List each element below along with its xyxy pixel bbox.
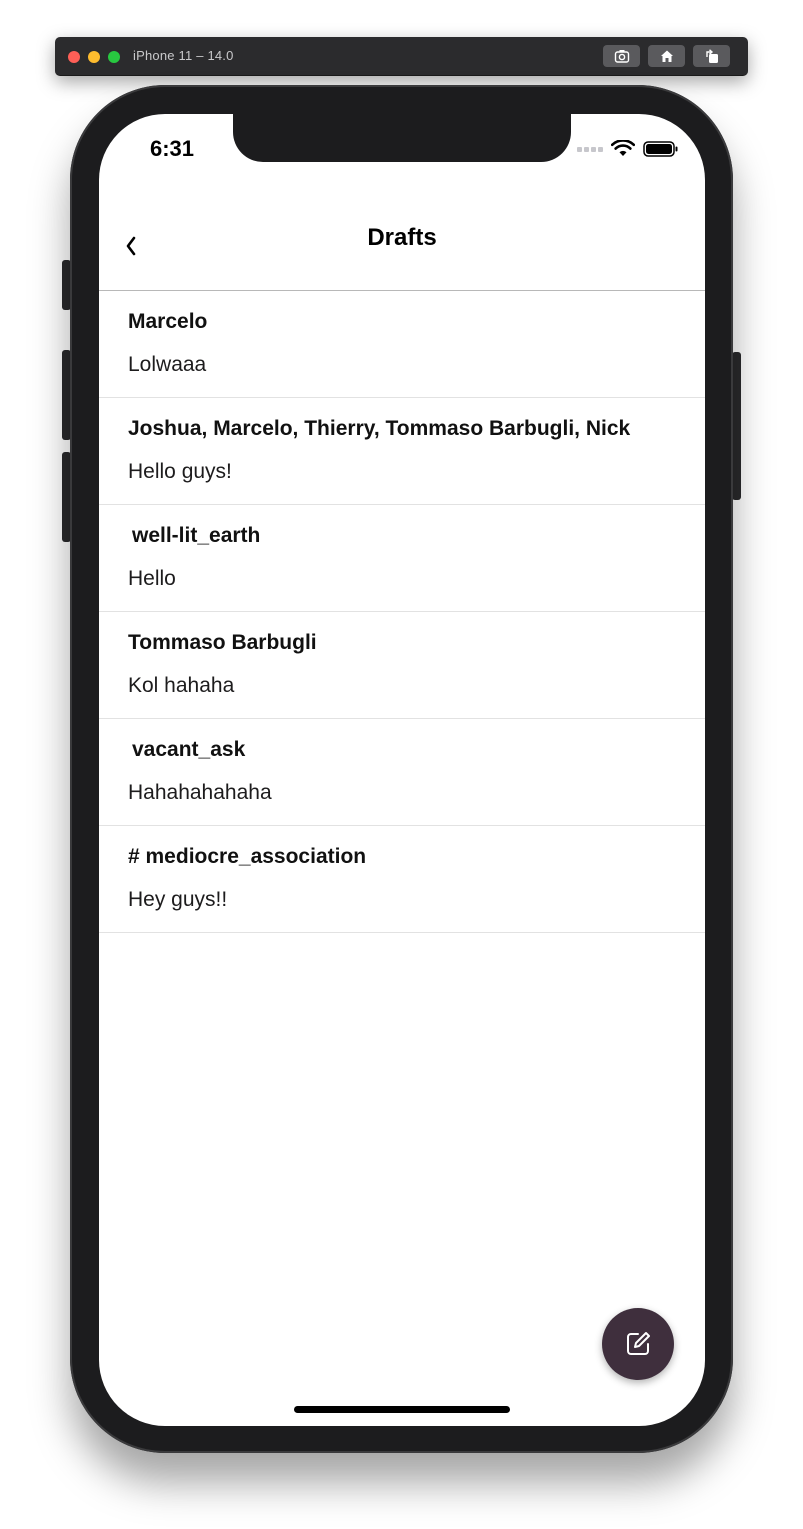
cellular-signal-icon: [577, 146, 603, 152]
status-time: 6:31: [150, 136, 195, 161]
navigation-bar: Drafts: [99, 202, 705, 291]
close-window-button[interactable]: [68, 51, 80, 63]
draft-row[interactable]: Joshua, Marcelo, Thierry, Tommaso Barbug…: [99, 398, 705, 505]
zoom-window-button[interactable]: [108, 51, 120, 63]
compose-button[interactable]: [602, 1308, 674, 1380]
draft-row[interactable]: Marcelo Lolwaaa: [99, 291, 705, 398]
simulator-toolbar: iPhone 11 – 14.0: [55, 37, 748, 76]
compose-icon: [627, 1332, 650, 1355]
draft-text: Hello: [128, 567, 176, 590]
draft-title: Tommaso Barbugli: [128, 631, 317, 654]
draft-row[interactable]: Tommaso Barbugli Kol hahaha: [99, 612, 705, 719]
rotate-icon: [705, 49, 718, 63]
simulator-title: iPhone 11 – 14.0: [133, 48, 234, 63]
drafts-list: Marcelo Lolwaaa Joshua, Marcelo, Thierry…: [99, 291, 705, 933]
power-button: [732, 352, 741, 500]
draft-title: # mediocre_association: [128, 845, 367, 868]
draft-title: well-lit_earth: [132, 524, 261, 547]
draft-text: Hello guys!: [128, 460, 232, 483]
draft-text: Hey guys!!: [128, 888, 228, 911]
draft-text: Hahahahahaha: [128, 781, 272, 804]
minimize-window-button[interactable]: [88, 51, 100, 63]
notch: [233, 114, 571, 162]
draft-row[interactable]: vacant_ask Hahahahahaha: [99, 719, 705, 826]
screenshot-icon: [614, 50, 629, 63]
home-icon: [660, 50, 673, 62]
status-indicators: [577, 140, 679, 158]
wifi-icon: [611, 140, 635, 156]
draft-title: vacant_ask: [132, 738, 246, 761]
battery-icon: [643, 141, 678, 157]
rotate-button[interactable]: [693, 45, 730, 67]
home-button[interactable]: [648, 45, 685, 67]
draft-row[interactable]: well-lit_earth Hello: [99, 505, 705, 612]
draft-title: Joshua, Marcelo, Thierry, Tommaso Barbug…: [128, 417, 631, 440]
screenshot-button[interactable]: [603, 45, 640, 67]
draft-title: Marcelo: [128, 310, 208, 333]
home-indicator[interactable]: [294, 1406, 510, 1413]
phone-screen: 6:31 Drafts Marcelo Lolwaaa Joshua, Marc…: [99, 114, 705, 1426]
draft-text: Lolwaaa: [128, 353, 207, 376]
draft-row[interactable]: # mediocre_association Hey guys!!: [99, 826, 705, 933]
draft-text: Kol hahaha: [128, 674, 235, 697]
page-title: Drafts: [367, 224, 437, 251]
